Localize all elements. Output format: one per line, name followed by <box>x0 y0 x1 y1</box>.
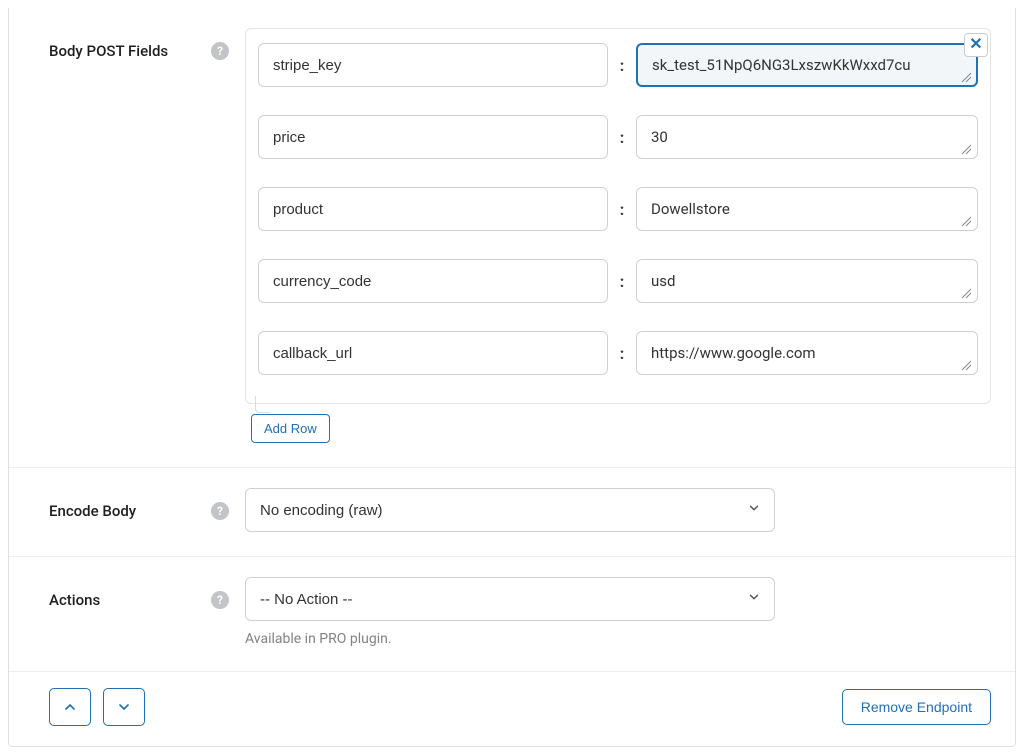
label-text: Actions <box>49 591 100 609</box>
remove-field-button[interactable]: ✕ <box>964 33 988 57</box>
colon-separator: : <box>618 344 626 363</box>
endpoint-config-panel: Body POST Fields ? :✕:::: Add Row Encode… <box>8 8 1016 747</box>
colon-separator: : <box>618 128 626 147</box>
help-icon[interactable]: ? <box>211 502 229 520</box>
colon-separator: : <box>618 272 626 291</box>
field-value-input[interactable] <box>636 43 978 87</box>
label-body-post-fields: Body POST Fields ? <box>49 28 229 60</box>
panel-footer: Remove Endpoint <box>9 672 1015 746</box>
colon-separator: : <box>618 200 626 219</box>
chevron-up-icon <box>62 699 78 715</box>
field-key-input[interactable] <box>258 259 608 303</box>
chevron-down-icon <box>116 699 132 715</box>
field-key-input[interactable] <box>258 43 608 87</box>
field-value-wrap <box>636 331 978 375</box>
field-value-wrap <box>636 187 978 231</box>
field-value-input[interactable] <box>636 259 978 303</box>
post-field-row: :✕ <box>258 43 978 87</box>
field-value-wrap <box>636 115 978 159</box>
help-icon[interactable]: ? <box>211 591 229 609</box>
move-up-button[interactable] <box>49 688 91 726</box>
colon-separator: : <box>618 56 626 75</box>
field-key-input[interactable] <box>258 115 608 159</box>
post-field-row: : <box>258 331 978 375</box>
label-text: Encode Body <box>49 502 136 520</box>
help-icon[interactable]: ? <box>211 42 229 60</box>
remove-endpoint-button[interactable]: Remove Endpoint <box>842 689 991 725</box>
encode-body-select[interactable]: No encoding (raw) <box>245 488 775 532</box>
field-key-input[interactable] <box>258 187 608 231</box>
label-actions: Actions ? <box>49 577 229 609</box>
post-field-row: : <box>258 259 978 303</box>
field-key-input[interactable] <box>258 331 608 375</box>
section-encode-body: Encode Body ? No encoding (raw) <box>9 468 1015 557</box>
actions-hint: Available in PRO plugin. <box>245 631 991 647</box>
field-value-input[interactable] <box>636 187 978 231</box>
post-field-row: : <box>258 187 978 231</box>
actions-select[interactable]: -- No Action -- <box>245 577 775 621</box>
label-encode-body: Encode Body ? <box>49 488 229 520</box>
section-actions: Actions ? -- No Action -- Available in P… <box>9 557 1015 672</box>
label-text: Body POST Fields <box>49 42 168 60</box>
field-value-input[interactable] <box>636 115 978 159</box>
add-row-button[interactable]: Add Row <box>251 414 330 443</box>
move-down-button[interactable] <box>103 688 145 726</box>
field-value-wrap <box>636 259 978 303</box>
field-value-input[interactable] <box>636 331 978 375</box>
post-fields-list: :✕:::: <box>245 28 991 404</box>
section-body-post-fields: Body POST Fields ? :✕:::: Add Row <box>9 8 1015 468</box>
field-value-wrap: ✕ <box>636 43 978 87</box>
post-field-row: : <box>258 115 978 159</box>
